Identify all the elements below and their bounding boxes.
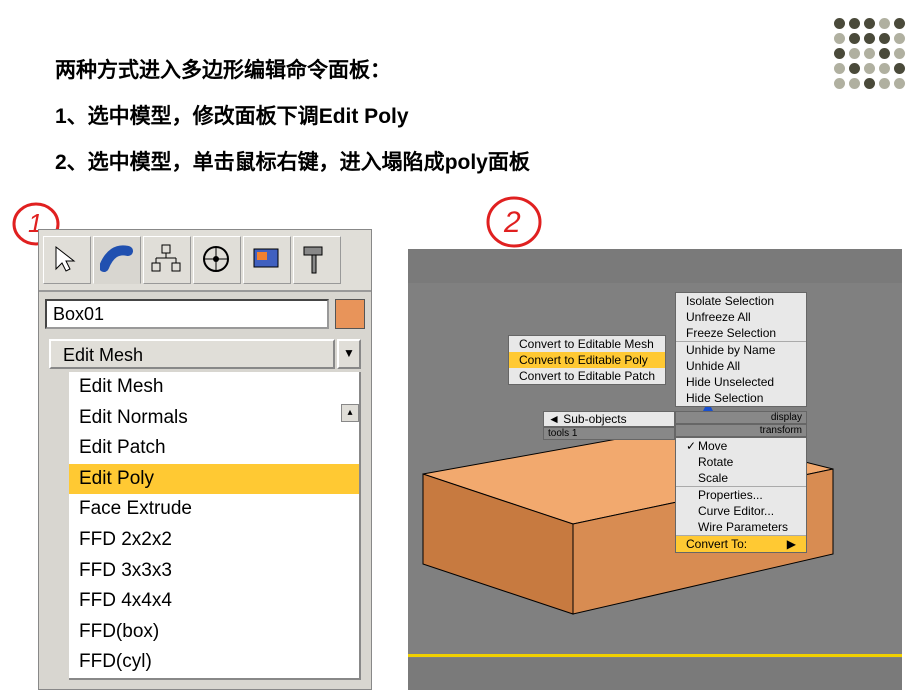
dropdown-arrow-button[interactable]: ▼ (337, 339, 361, 369)
list-item[interactable]: FFD(cyl) (69, 647, 359, 678)
list-scroll-up[interactable]: ▴ (341, 404, 359, 422)
list-item[interactable]: FFD 3x3x3 (69, 556, 359, 587)
svg-text:2: 2 (503, 206, 521, 239)
slide-text: 两种方式进入多边形编辑命令面板： 1、选中模型，修改面板下调Edit Poly … (55, 48, 530, 187)
submenu-item[interactable]: Convert to Editable Patch (509, 368, 665, 384)
display-menu-section: Isolate Selection Unfreeze All Freeze Se… (675, 292, 807, 407)
left-arrow-icon: ◄ (548, 412, 560, 426)
modifier-list[interactable]: Edit Mesh Edit Normals Edit Patch Edit P… (69, 372, 361, 680)
object-name-input[interactable] (45, 299, 329, 329)
quad-label-tools1: tools 1 (543, 427, 675, 440)
modifier-dropdown-row: Edit Mesh ▼ (39, 336, 371, 372)
display-icon (250, 243, 284, 277)
menu-item-rotate[interactable]: Rotate (676, 454, 806, 470)
transform-menu-section: ✓Move Rotate Scale Properties... Curve E… (675, 437, 807, 553)
list-item[interactable]: FFD 4x4x4 (69, 586, 359, 617)
list-item[interactable]: Edit Normals (69, 403, 359, 434)
menu-item[interactable]: Unhide by Name (676, 341, 806, 358)
hierarchy-tab[interactable] (143, 236, 191, 284)
modifier-panel: Edit Mesh ▼ ▴ Edit Mesh Edit Normals Edi… (38, 229, 372, 690)
check-icon: ✓ (686, 439, 698, 453)
motion-icon (200, 243, 234, 277)
sub-objects-button[interactable]: ◄ Sub-objects (543, 411, 675, 427)
list-item[interactable]: Face Extrude (69, 494, 359, 525)
list-item[interactable]: Edit Mesh (69, 372, 359, 403)
menu-item[interactable]: Hide Selection (676, 390, 806, 406)
submenu-item-selected[interactable]: Convert to Editable Poly (509, 352, 665, 368)
list-item-selected[interactable]: Edit Poly (69, 464, 359, 495)
menu-item-scale[interactable]: Scale (676, 470, 806, 486)
menu-item[interactable]: Isolate Selection (676, 293, 806, 309)
hierarchy-icon (150, 243, 184, 277)
menu-item-convert-to[interactable]: Convert To:▶ (676, 535, 806, 552)
viewport-panel: x Isolate Selection Unfreeze All Freeze … (408, 249, 902, 690)
menu-item-curve-editor[interactable]: Curve Editor... (676, 503, 806, 519)
modifier-dropdown[interactable]: Edit Mesh (49, 339, 335, 369)
right-arrow-icon: ▶ (787, 537, 796, 551)
hammer-icon (300, 243, 334, 277)
modify-tab[interactable] (93, 236, 141, 284)
submenu-item[interactable]: Convert to Editable Mesh (509, 336, 665, 352)
motion-tab[interactable] (193, 236, 241, 284)
list-item[interactable]: FFD(box) (69, 617, 359, 648)
object-color-swatch[interactable] (335, 299, 365, 329)
quad-label-transform: transform (675, 424, 807, 437)
grid-line (408, 654, 902, 657)
menu-item[interactable]: Unhide All (676, 358, 806, 374)
command-panel-tabs (39, 230, 371, 292)
instruction-2: 2、选中模型，单击鼠标右键，进入塌陷成poly面板 (55, 140, 530, 186)
heading-line: 两种方式进入多边形编辑命令面板： (55, 48, 530, 94)
menu-item-properties[interactable]: Properties... (676, 486, 806, 503)
convert-to-submenu: Convert to Editable Mesh Convert to Edit… (508, 335, 666, 385)
display-tab[interactable] (243, 236, 291, 284)
menu-item[interactable]: Freeze Selection (676, 325, 806, 341)
menu-item-move[interactable]: ✓Move (676, 438, 806, 454)
instruction-1: 1、选中模型，修改面板下调Edit Poly (55, 94, 530, 140)
cursor-icon (50, 243, 84, 277)
menu-item-wire-params[interactable]: Wire Parameters (676, 519, 806, 535)
menu-item[interactable]: Hide Unselected (676, 374, 806, 390)
create-tab[interactable] (43, 236, 91, 284)
object-name-row (39, 292, 371, 336)
menu-item[interactable]: Unfreeze All (676, 309, 806, 325)
list-item[interactable]: FFD 2x2x2 (69, 525, 359, 556)
slide-decoration (834, 18, 905, 89)
quad-label-display: display (675, 411, 807, 424)
utilities-tab[interactable] (293, 236, 341, 284)
list-item[interactable]: Edit Patch (69, 433, 359, 464)
modify-icon (100, 243, 134, 277)
